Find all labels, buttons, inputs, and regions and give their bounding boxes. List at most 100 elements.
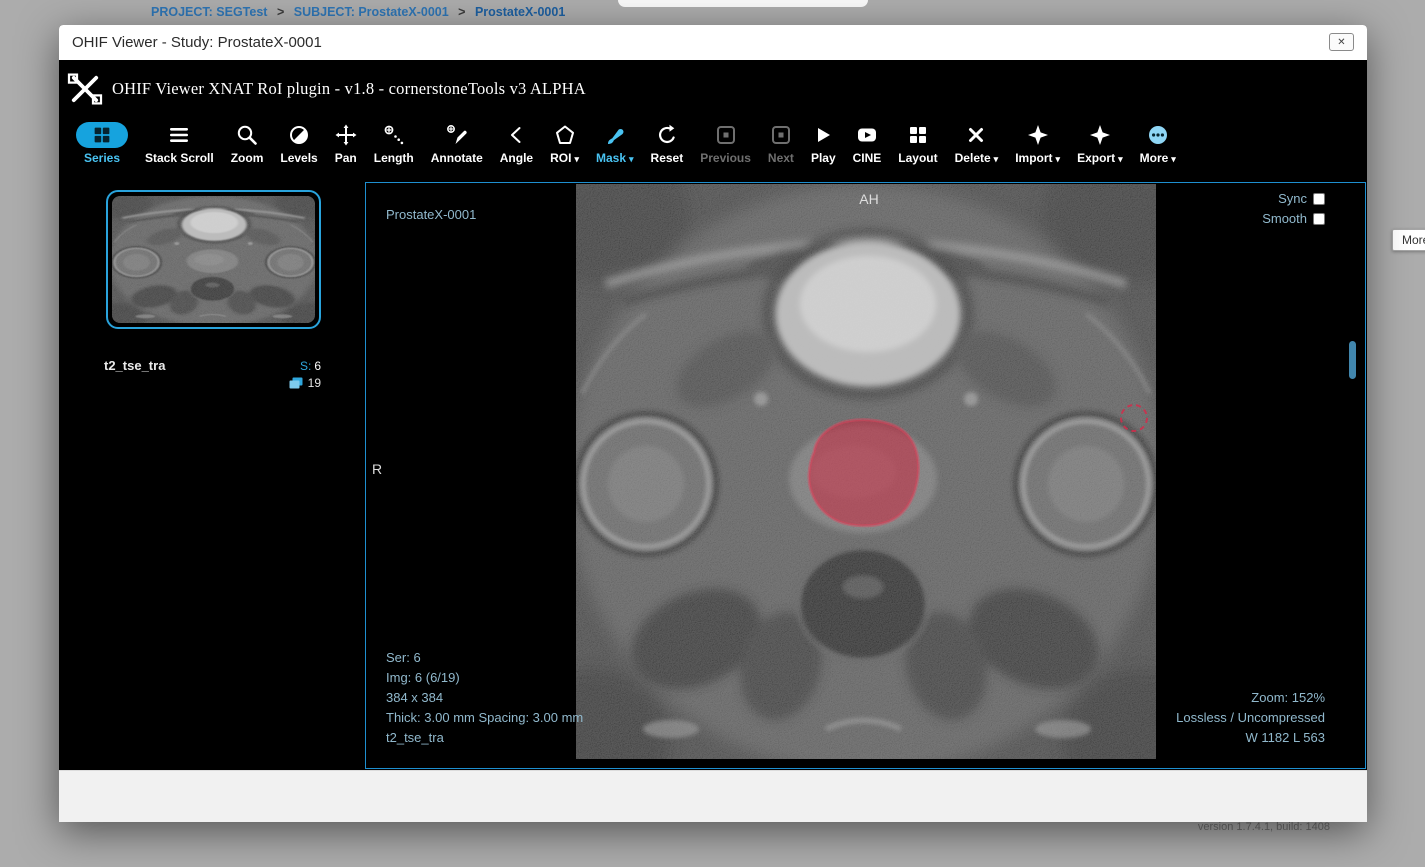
caret-down-icon: ▾ xyxy=(1171,154,1176,165)
toolbar-label: Play xyxy=(811,151,836,165)
toolbar-label: Reset xyxy=(651,151,684,165)
toolbar-button-pan[interactable]: Pan xyxy=(335,118,357,165)
layers-icon xyxy=(289,377,303,390)
series-number-label: S: xyxy=(300,359,311,373)
overlay-image-index: Img: 6 (6/19) xyxy=(386,668,583,688)
caret-down-icon: ▾ xyxy=(574,154,579,165)
caret-down-icon: ▾ xyxy=(629,154,634,165)
toolbar-button-export[interactable]: Export▾ xyxy=(1077,118,1123,165)
toolbar-button-import[interactable]: Import▾ xyxy=(1015,118,1060,165)
patient-id-overlay: ProstateX-0001 xyxy=(386,205,476,225)
toolbar-label: Previous xyxy=(700,151,751,165)
toolbar-label: Levels xyxy=(280,151,317,165)
play-icon xyxy=(812,121,834,148)
orientation-marker-left: R xyxy=(372,459,382,479)
series-name: t2_tse_tra xyxy=(104,358,165,373)
toolbar-label: More xyxy=(1140,151,1169,165)
zoom-icon xyxy=(236,121,258,148)
toolbar-label: Series xyxy=(84,151,120,165)
toolbar-label: Stack Scroll xyxy=(145,151,214,165)
toolbar-button-layout[interactable]: Layout xyxy=(898,118,937,165)
toolbar-label: Export xyxy=(1077,151,1115,165)
toolbar-button-previous[interactable]: Previous xyxy=(700,118,751,165)
toolbar-button-cine[interactable]: CINE xyxy=(853,118,882,165)
series-thumbnail-image xyxy=(112,196,315,323)
toolbar-label: Layout xyxy=(898,151,937,165)
previous-icon xyxy=(715,121,737,148)
series-instance-count: 19 xyxy=(104,376,321,390)
toolbar-button-next[interactable]: Next xyxy=(768,118,794,165)
pan-icon xyxy=(335,121,357,148)
bottom-left-overlay: Ser: 6 Img: 6 (6/19) 384 x 384 Thick: 3.… xyxy=(386,648,583,748)
smooth-checkbox[interactable] xyxy=(1313,213,1325,225)
sync-label: Sync xyxy=(1278,189,1307,209)
reset-icon xyxy=(656,121,678,148)
ohif-viewer-modal: OHIF Viewer - Study: ProstateX-0001 ✕ OH… xyxy=(59,25,1367,822)
toolbar-button-play[interactable]: Play xyxy=(811,118,836,165)
toolbar-label: Mask xyxy=(596,151,626,165)
roi-mask-overlay[interactable] xyxy=(809,420,919,526)
toolbar-button-length[interactable]: Length xyxy=(374,118,414,165)
overlay-window-level: W 1182 L 563 xyxy=(1176,728,1325,748)
breadcrumb-subject-link[interactable]: SUBJECT: ProstateX-0001 xyxy=(294,5,449,19)
toolbar-label: Pan xyxy=(335,151,357,165)
toolbar-label: Zoom xyxy=(231,151,264,165)
toolbar-button-annotate[interactable]: Annotate xyxy=(431,118,483,165)
mri-image[interactable] xyxy=(576,184,1156,759)
close-button[interactable]: ✕ xyxy=(1329,33,1354,51)
breadcrumb-current[interactable]: ProstateX-0001 xyxy=(475,5,565,19)
modal-titlebar: OHIF Viewer - Study: ProstateX-0001 xyxy=(59,25,1367,60)
length-icon xyxy=(383,121,405,148)
modal-title: OHIF Viewer - Study: ProstateX-0001 xyxy=(72,34,322,51)
toolbar-button-stack-scroll[interactable]: Stack Scroll xyxy=(145,118,214,165)
version-text: version 1.7.4.1, build: 1408 xyxy=(1198,821,1330,833)
stack-scroll-icon xyxy=(168,121,190,148)
breadcrumb-separator: > xyxy=(277,5,284,19)
toolbar-button-levels[interactable]: Levels xyxy=(280,118,317,165)
overlay-series-name: t2_tse_tra xyxy=(386,728,583,748)
toolbar-button-delete[interactable]: Delete▾ xyxy=(955,118,999,165)
instance-count-value: 19 xyxy=(308,376,321,390)
background-window-edge xyxy=(618,0,868,7)
main-viewport[interactable]: ProstateX-0001 AH R Sync Smooth Ser: 6 I… xyxy=(365,182,1366,769)
smooth-control: Smooth xyxy=(1262,209,1325,229)
toolbar: Series Stack Scroll Zoom Levels Pan Leng… xyxy=(59,118,1367,180)
series-meta: t2_tse_tra S:6 xyxy=(104,358,321,373)
overlay-series: Ser: 6 xyxy=(386,648,583,668)
toolbar-button-more[interactable]: More▾ xyxy=(1140,118,1176,165)
series-thumbnail[interactable] xyxy=(106,190,321,329)
overlay-dimensions: 384 x 384 xyxy=(386,688,583,708)
sync-control: Sync xyxy=(1278,189,1325,209)
caret-down-icon: ▾ xyxy=(1118,154,1123,165)
toolbar-button-series[interactable]: Series xyxy=(76,118,128,165)
more-icon xyxy=(1147,121,1169,148)
toolbar-button-roi[interactable]: ROI▾ xyxy=(550,118,579,165)
toolbar-button-reset[interactable]: Reset xyxy=(651,118,684,165)
delete-icon xyxy=(965,121,987,148)
series-icon xyxy=(76,121,128,148)
app-title: OHIF Viewer XNAT RoI plugin - v1.8 - cor… xyxy=(112,79,586,99)
breadcrumb-separator: > xyxy=(458,5,465,19)
overlay-compression: Lossless / Uncompressed xyxy=(1176,708,1325,728)
toolbar-button-zoom[interactable]: Zoom xyxy=(231,118,264,165)
mask-icon xyxy=(604,121,626,148)
levels-icon xyxy=(288,121,310,148)
annotate-icon xyxy=(446,121,468,148)
bottom-right-overlay: Zoom: 152% Lossless / Uncompressed W 118… xyxy=(1176,688,1325,748)
toolbar-label: Delete xyxy=(955,151,991,165)
smooth-label: Smooth xyxy=(1262,209,1307,229)
toolbar-label: Angle xyxy=(500,151,533,165)
sync-checkbox[interactable] xyxy=(1313,193,1325,205)
breadcrumb: PROJECT: SEGTest > SUBJECT: ProstateX-00… xyxy=(151,5,565,19)
modal-footer xyxy=(59,770,1367,822)
toolbar-button-angle[interactable]: Angle xyxy=(500,118,533,165)
toolbar-label: Length xyxy=(374,151,414,165)
viewport-scrollbar[interactable] xyxy=(1349,341,1356,379)
overlay-thickness: Thick: 3.00 mm Spacing: 3.00 mm xyxy=(386,708,583,728)
angle-icon xyxy=(505,121,527,148)
toolbar-label: Next xyxy=(768,151,794,165)
toolbar-button-mask[interactable]: Mask▾ xyxy=(596,118,634,165)
breadcrumb-project-link[interactable]: PROJECT: SEGTest xyxy=(151,5,267,19)
viewer-header: OHIF Viewer XNAT RoI plugin - v1.8 - cor… xyxy=(59,60,1367,118)
xnat-logo-icon xyxy=(67,73,103,105)
